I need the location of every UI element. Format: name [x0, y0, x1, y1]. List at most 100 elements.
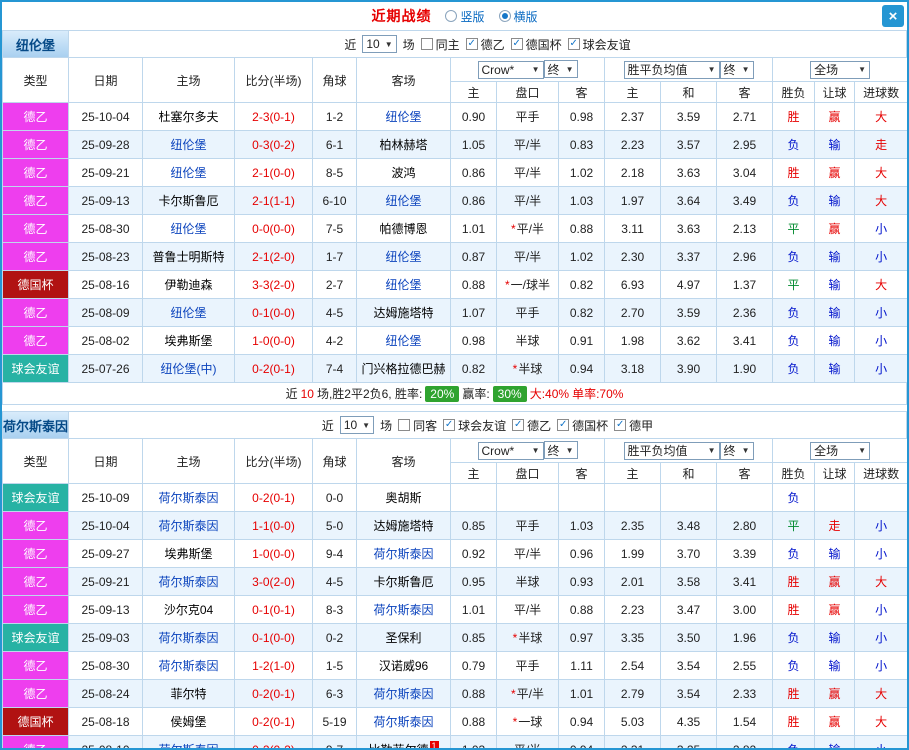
home-team-link[interactable]: 菲尔特: [170, 687, 206, 701]
away-team-link[interactable]: 荷尔斯泰因: [373, 715, 433, 729]
home-cell: 荷尔斯泰因: [142, 511, 235, 540]
home-team-link[interactable]: 纽伦堡: [170, 306, 206, 320]
view-option-horizontal[interactable]: 横版: [498, 8, 538, 25]
filter-checkbox[interactable]: ✓ 德乙: [465, 36, 505, 53]
close-button[interactable]: ×: [882, 5, 904, 27]
team-filter-bar: 荷尔斯泰因近 10 ▼ 场同客 ✓ 球会友谊 ✓ 德乙 ✓ 德国杯 ✓ 德甲: [2, 411, 907, 438]
summary-part: 大:40%: [529, 387, 570, 401]
odds-company-select[interactable]: Crow* ▼: [477, 441, 544, 460]
away-team-link[interactable]: 圣保利: [385, 631, 421, 645]
sub-column-header: 盘口: [496, 81, 559, 103]
away-team-link[interactable]: 纽伦堡: [385, 250, 421, 264]
match-count-select[interactable]: 10 ▼: [362, 35, 397, 53]
view-option-vertical[interactable]: 竖版: [445, 8, 485, 25]
away-team-link[interactable]: 帕德博恩: [379, 222, 427, 236]
away-cell: 帕德博恩: [356, 214, 451, 243]
result-handicap-cell: 赢: [814, 707, 856, 736]
home-team-link[interactable]: 埃弗斯堡: [164, 334, 212, 348]
filter-games-label: 场: [380, 418, 393, 433]
handicap-cell: *半球: [496, 354, 559, 383]
filter-checkbox[interactable]: 同客: [398, 417, 437, 434]
home-team-link[interactable]: 杜塞尔多夫: [158, 110, 218, 124]
filter-checkbox[interactable]: ✓ 德国杯: [557, 417, 608, 434]
avg-home-cell: 2.01: [604, 567, 662, 596]
avg-stage-select[interactable]: 终 ▼: [719, 60, 754, 79]
score-cell: 2-1(2-0): [234, 242, 313, 271]
handicap-cell: 半球: [496, 326, 559, 355]
home-team-link[interactable]: 纽伦堡: [170, 138, 206, 152]
home-team-link[interactable]: 纽伦堡: [170, 222, 206, 236]
odds-stage-select[interactable]: 终 ▼: [543, 60, 578, 79]
home-team-link[interactable]: 伊勒迪森: [164, 278, 212, 292]
column-header: 比分(半场): [234, 57, 313, 103]
away-team-link[interactable]: 达姆施塔特: [373, 306, 433, 320]
result-wdl-cell: 负: [772, 298, 816, 327]
result-goals-cell: 小: [854, 298, 907, 327]
odds-away-cell: 0.83: [557, 130, 606, 159]
away-team-link[interactable]: 荷尔斯泰因: [373, 603, 433, 617]
away-team-link[interactable]: 纽伦堡: [385, 334, 421, 348]
odds-away-cell: 0.94: [557, 735, 606, 748]
wdl-average-select[interactable]: 胜平负均值 ▼: [623, 441, 720, 460]
result-wdl-cell: 负: [772, 623, 816, 652]
avg-stage-select[interactable]: 终 ▼: [719, 441, 754, 460]
away-team-link[interactable]: 荷尔斯泰因: [373, 687, 433, 701]
corners-cell: 8-3: [312, 595, 357, 624]
checkbox-label: 德甲: [629, 418, 654, 433]
away-team-link[interactable]: 门兴格拉德巴赫: [361, 362, 445, 376]
home-team-link[interactable]: 埃弗斯堡: [164, 547, 212, 561]
favorite-star-icon: *: [512, 715, 518, 729]
away-team-link[interactable]: 达姆施塔特: [373, 519, 433, 533]
away-team-link[interactable]: 卡尔斯鲁厄: [373, 575, 433, 589]
away-team-link[interactable]: 奥胡斯: [385, 491, 421, 505]
home-team-link[interactable]: 纽伦堡(中): [161, 362, 217, 376]
filter-checkbox[interactable]: ✓ 球会友谊: [567, 36, 631, 53]
scope-select[interactable]: 全场 ▼: [810, 441, 871, 460]
sub-column-header: 和: [660, 81, 718, 103]
away-team-link[interactable]: 纽伦堡: [385, 110, 421, 124]
score-cell: 1-1(0-0): [234, 511, 313, 540]
home-team-link[interactable]: 荷尔斯泰因: [158, 659, 218, 673]
home-team-link[interactable]: 荷尔斯泰因: [158, 631, 218, 645]
odds-stage-select[interactable]: 终 ▼: [543, 441, 578, 460]
filter-checkbox[interactable]: 同主: [420, 36, 460, 53]
home-team-link[interactable]: 普鲁士明斯特: [152, 250, 224, 264]
handicap-value: 一球: [518, 715, 543, 729]
filter-checkbox[interactable]: ✓ 德乙: [512, 417, 551, 434]
odds-away-cell: 0.88: [557, 595, 606, 624]
away-cell: 汉诺威96: [356, 651, 451, 680]
result-goals-cell: 小: [854, 651, 907, 680]
home-team-link[interactable]: 荷尔斯泰因: [158, 491, 218, 505]
home-team-link[interactable]: 卡尔斯鲁厄: [158, 194, 218, 208]
scope-select[interactable]: 全场 ▼: [810, 60, 871, 79]
wdl-average-select[interactable]: 胜平负均值 ▼: [623, 60, 720, 79]
home-team-link[interactable]: 侯姆堡: [170, 715, 206, 729]
match-count-select[interactable]: 10 ▼: [339, 416, 375, 434]
away-team-link[interactable]: 纽伦堡: [385, 278, 421, 292]
result-goals-cell: 大: [854, 102, 907, 131]
avg-draw-cell: 3.90: [660, 354, 718, 383]
away-team-link[interactable]: 汉诺威96: [379, 659, 428, 673]
league-cell: 德乙: [2, 735, 69, 748]
column-header: 客场: [356, 57, 451, 103]
handicap-value: 平/半: [513, 166, 542, 180]
away-team-link[interactable]: 纽伦堡: [385, 194, 421, 208]
result-handicap-cell: 赢: [814, 158, 856, 187]
home-team-link[interactable]: 纽伦堡: [170, 166, 206, 180]
home-team-link[interactable]: 沙尔克04: [164, 603, 213, 617]
avg-away-cell: 2.55: [716, 651, 774, 680]
home-team-link[interactable]: 荷尔斯泰因: [158, 575, 218, 589]
filter-checkbox[interactable]: ✓ 德国杯: [510, 36, 562, 53]
away-team-link[interactable]: 柏林赫塔: [379, 138, 427, 152]
summary-part: 单率:70%: [572, 387, 624, 401]
away-team-link[interactable]: 波鸿: [391, 166, 415, 180]
filter-checkbox[interactable]: ✓ 球会友谊: [443, 417, 506, 434]
home-team-link[interactable]: 荷尔斯泰因: [158, 519, 218, 533]
view-option-label: 横版: [513, 9, 538, 24]
filter-checkbox[interactable]: ✓ 德甲: [614, 417, 653, 434]
away-cell: 达姆施塔特: [356, 511, 451, 540]
away-team-link[interactable]: 荷尔斯泰因: [373, 547, 433, 561]
odds-company-select[interactable]: Crow* ▼: [477, 60, 544, 79]
home-team-link[interactable]: 荷尔斯泰因: [158, 743, 218, 748]
away-team-link[interactable]: 比勒菲尔德: [368, 743, 428, 748]
